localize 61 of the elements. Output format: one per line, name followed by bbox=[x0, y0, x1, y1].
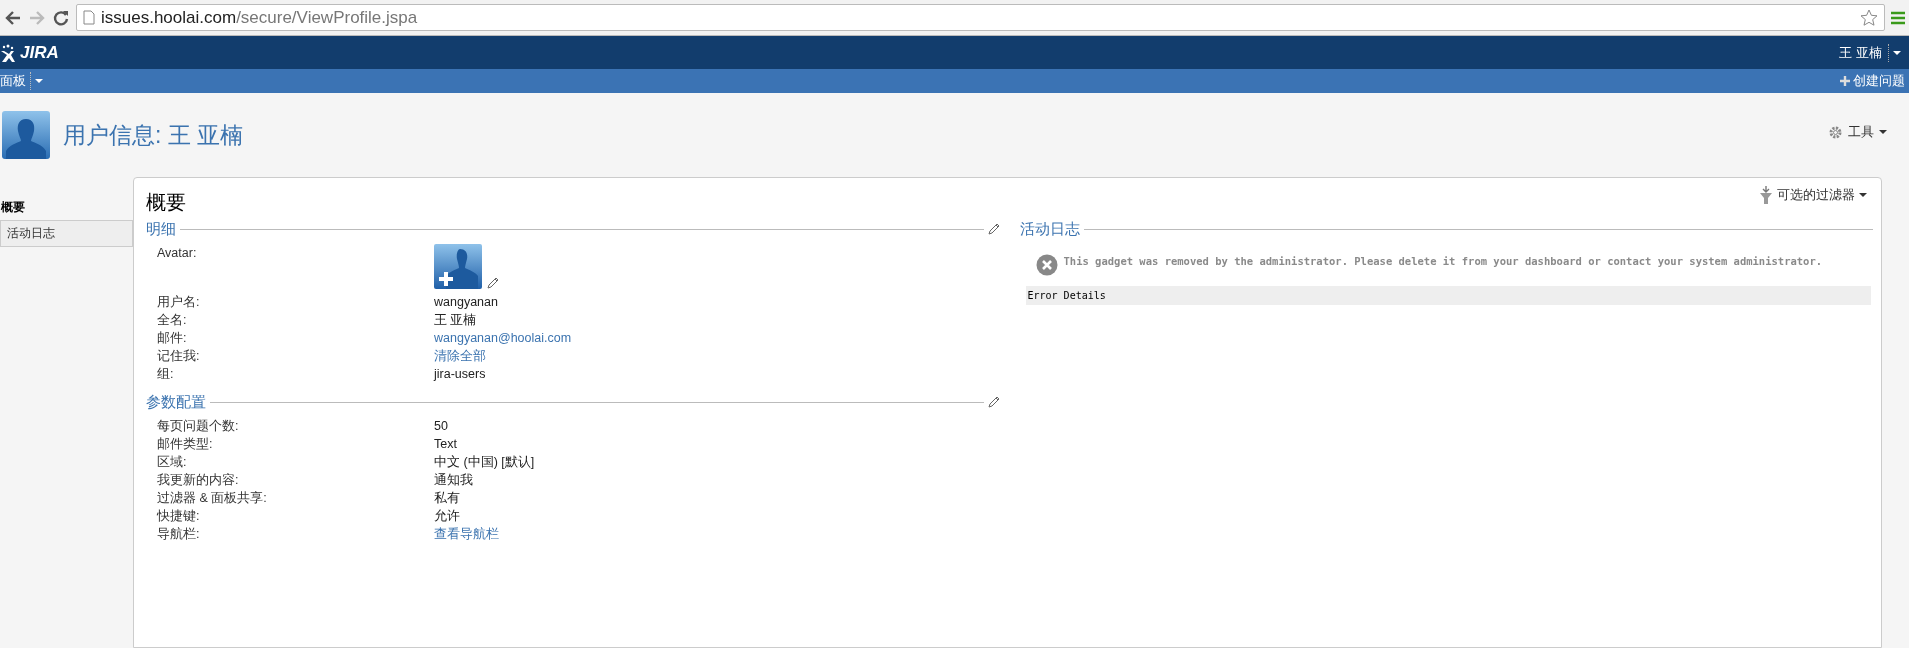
filter-icon bbox=[1759, 186, 1773, 204]
create-issue-button[interactable]: 创建问题 bbox=[1840, 72, 1905, 90]
field-value-link[interactable]: 清除全部 bbox=[434, 347, 486, 365]
field-label: Avatar: bbox=[157, 245, 198, 262]
address-field[interactable]: issues.hoolai.com/secure/ViewProfile.jspa bbox=[76, 4, 1885, 31]
field-label: 过滤器 & 面板共享: bbox=[157, 490, 268, 507]
field-value: 通知我 bbox=[434, 472, 473, 489]
page-icon bbox=[83, 10, 95, 25]
field-label: 快捷键: bbox=[157, 508, 201, 525]
filter-menu[interactable]: 可选的过滤器 bbox=[1759, 186, 1867, 204]
back-arrow-icon[interactable] bbox=[4, 8, 22, 27]
avatar-silhouette-icon bbox=[2, 111, 50, 159]
page-title: 用户信息: 王 亚楠 bbox=[63, 120, 244, 150]
sidebar-item[interactable]: 活动日志 bbox=[0, 220, 133, 247]
field-label: 组: bbox=[157, 366, 175, 383]
field-value: 私有 bbox=[434, 490, 460, 507]
jira-logo-icon[interactable] bbox=[0, 42, 16, 63]
field-label: 导航栏: bbox=[157, 526, 201, 543]
field-value: 50 bbox=[434, 418, 448, 435]
field-label: 用户名: bbox=[157, 294, 201, 311]
tools-menu[interactable]: 工具 bbox=[1828, 123, 1887, 141]
error-details-bar[interactable]: Error Details bbox=[1025, 286, 1871, 305]
error-icon bbox=[1035, 254, 1058, 276]
field-value: 王 亚楠 bbox=[434, 312, 477, 329]
field-value: wangyanan bbox=[434, 294, 498, 311]
field-label: 全名: bbox=[157, 312, 188, 329]
star-icon[interactable] bbox=[1860, 8, 1878, 27]
section-title: 活动日志 bbox=[1019, 219, 1080, 239]
section-title: 参数配置 bbox=[146, 392, 206, 412]
field-label: 每页问题个数: bbox=[157, 418, 240, 435]
edit-pencil-icon[interactable] bbox=[487, 277, 499, 289]
caret-icon bbox=[1859, 193, 1867, 197]
sidebar-item[interactable]: 概要 bbox=[0, 195, 133, 220]
field-value-link[interactable]: 查看导航栏 bbox=[434, 525, 499, 543]
avatar-add-icon[interactable] bbox=[434, 244, 482, 289]
section-title: 明细 bbox=[146, 219, 176, 239]
url-text: issues.hoolai.com/secure/ViewProfile.jspa bbox=[101, 7, 418, 28]
field-value: Text bbox=[434, 436, 457, 453]
field-value: 允许 bbox=[434, 508, 460, 525]
reload-icon[interactable] bbox=[52, 8, 70, 27]
field-value: 中文 (中国) [默认] bbox=[434, 454, 535, 471]
field-value-link[interactable]: wangyanan@hoolai.com bbox=[434, 329, 572, 347]
menu-icon[interactable] bbox=[1891, 10, 1905, 25]
user-menu[interactable]: 王 亚楠 bbox=[1839, 43, 1889, 62]
caret-icon bbox=[1879, 130, 1887, 134]
field-label: 记住我: bbox=[157, 348, 201, 365]
panel-heading: 概要 bbox=[146, 190, 186, 215]
caret-icon[interactable] bbox=[35, 79, 43, 83]
dashboards-menu[interactable]: 面板 bbox=[0, 72, 31, 90]
field-label: 邮件: bbox=[157, 330, 188, 347]
caret-icon[interactable] bbox=[1893, 50, 1901, 55]
field-label: 邮件类型: bbox=[157, 436, 214, 453]
field-label: 我更新的内容: bbox=[157, 472, 240, 489]
settings-icon bbox=[1828, 124, 1843, 140]
edit-pencil-icon[interactable] bbox=[987, 396, 1000, 408]
jira-logo-text[interactable]: JIRA bbox=[20, 42, 59, 63]
error-message: This gadget was removed by the administrator. Please delete it from your dashboard or contact your system administrator. bbox=[1063, 254, 1823, 268]
field-value: jira-users bbox=[434, 366, 486, 383]
plus-icon bbox=[1840, 76, 1850, 86]
edit-pencil-icon[interactable] bbox=[987, 223, 1000, 235]
field-label: 区域: bbox=[157, 454, 188, 471]
